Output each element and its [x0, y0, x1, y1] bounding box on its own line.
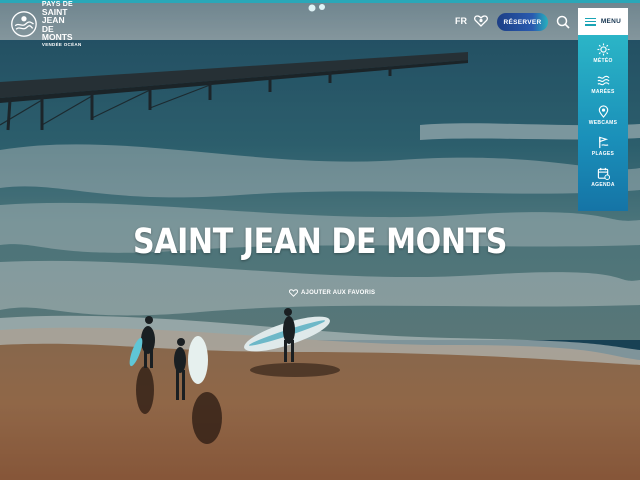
calendar-icon	[597, 167, 610, 180]
quick-access-panel: MÉTÉO MARÉES WEBCAMS PLAGES AGENDA	[578, 35, 628, 211]
side-item-agenda[interactable]: AGENDA	[578, 167, 628, 198]
waves-icon	[597, 75, 609, 86]
logo-line-3: DE MONTS	[41, 23, 73, 43]
side-item-label: AGENDA	[591, 182, 615, 188]
side-item-webcams[interactable]: WEBCAMS	[578, 105, 628, 136]
sun-icon	[596, 43, 610, 56]
webcam-pin-icon	[598, 105, 608, 118]
side-item-label: WEBCAMS	[588, 120, 618, 126]
side-item-label: MARÉES	[591, 89, 615, 95]
side-item-meteo[interactable]: MÉTÉO	[578, 43, 628, 74]
search-icon[interactable]	[556, 15, 570, 29]
top-dots-decoration	[308, 4, 325, 12]
add-to-favorites-link[interactable]: AJOUTER AUX FAVORIS	[289, 289, 375, 297]
language-selector[interactable]: FR	[455, 16, 467, 26]
side-item-marees[interactable]: MARÉES	[578, 74, 628, 105]
beach-flag-icon	[598, 136, 608, 149]
logo-line-4: VENDÉE OCÉAN	[41, 41, 82, 47]
side-item-label: MÉTÉO	[593, 58, 613, 64]
side-item-label: PLAGES	[591, 151, 615, 157]
side-item-plages[interactable]: PLAGES	[578, 136, 628, 167]
heart-icon	[289, 289, 298, 297]
logo-emblem-icon	[11, 11, 37, 37]
reserve-button[interactable]: RÉSERVER	[497, 13, 548, 31]
page-title: SAINT JEAN DE MONTS	[133, 222, 507, 262]
menu-button[interactable]: MENU	[578, 8, 628, 35]
logo-wordmark: PAYS DE SAINT JEAN DE MONTS VENDÉE OCÉAN	[42, 1, 86, 48]
menu-label: MENU	[600, 18, 622, 25]
logo-line-2: SAINT JEAN	[41, 6, 68, 26]
hamburger-icon	[584, 17, 596, 26]
site-logo[interactable]: PAYS DE SAINT JEAN DE MONTS VENDÉE OCÉAN	[10, 1, 86, 46]
heart-icon[interactable]	[474, 15, 488, 27]
add-to-favorites-label: AJOUTER AUX FAVORIS	[301, 290, 376, 296]
